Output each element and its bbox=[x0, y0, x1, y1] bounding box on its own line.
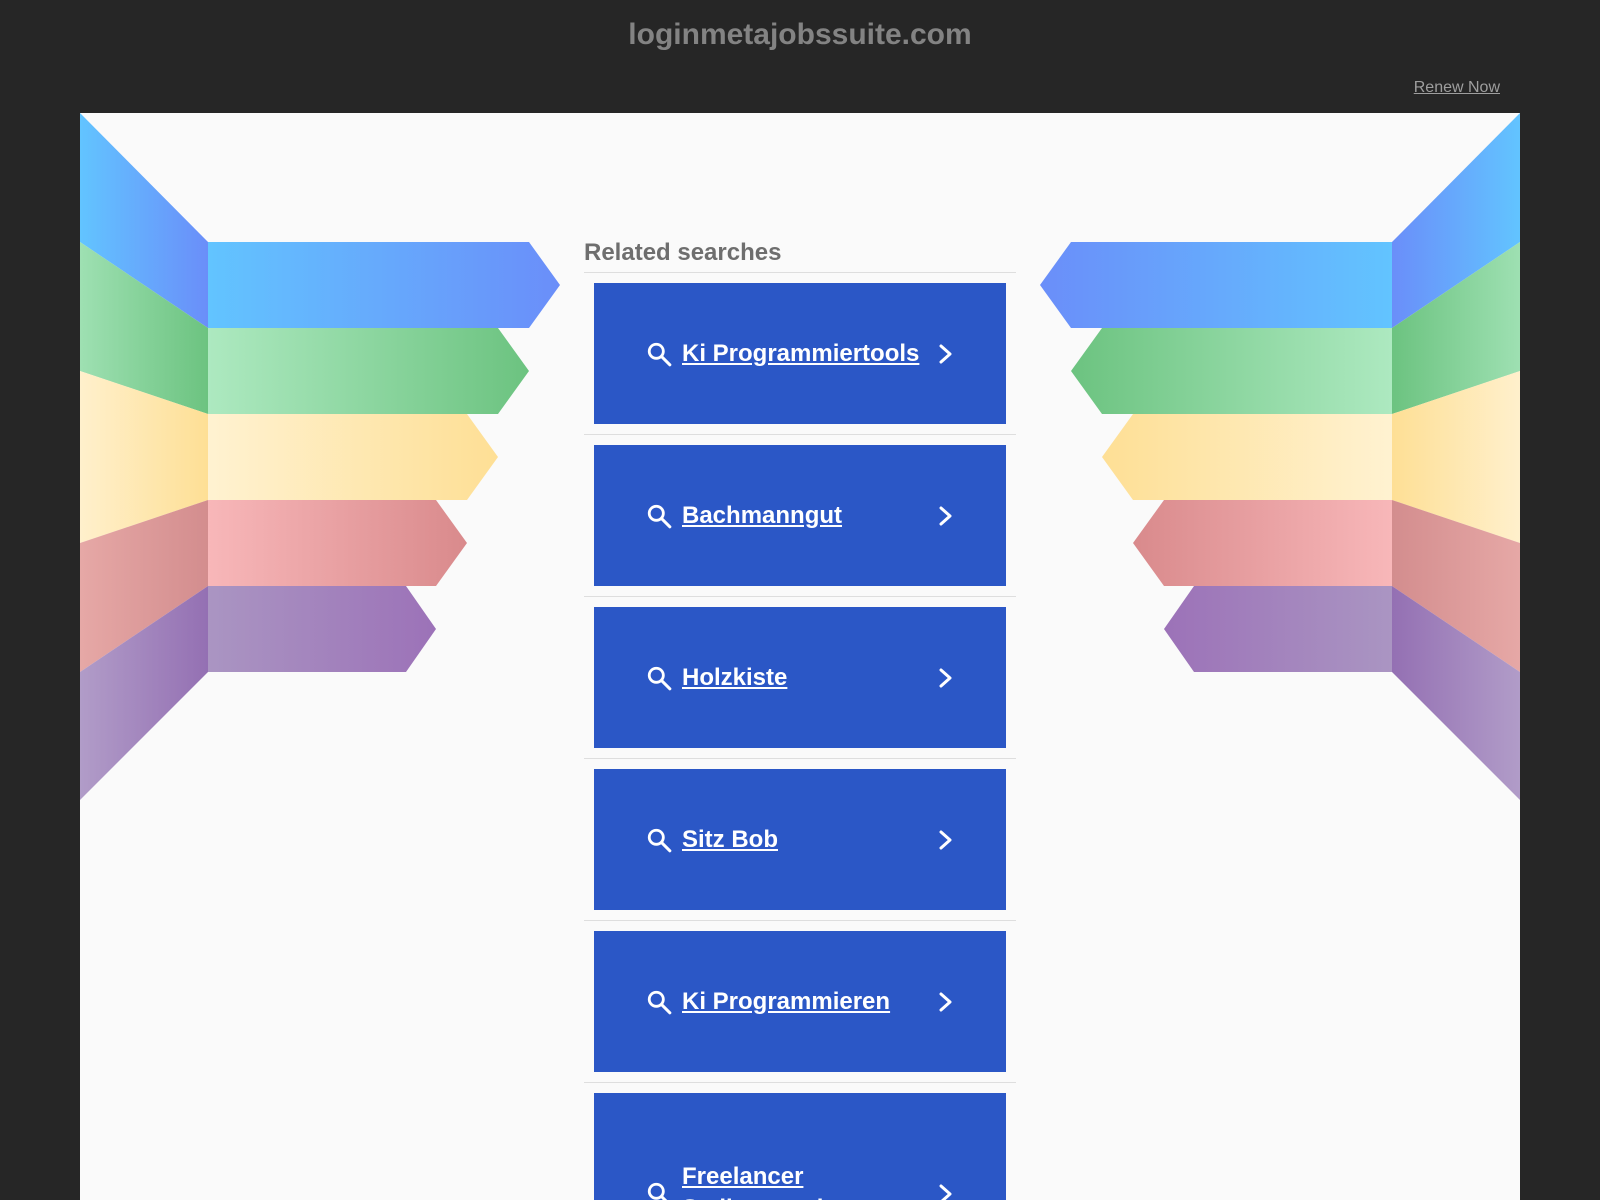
chevron-right-icon bbox=[939, 668, 952, 687]
search-icon bbox=[647, 504, 672, 528]
related-search-label: Bachmanngut bbox=[682, 501, 843, 529]
related-search-link[interactable]: Holzkiste bbox=[594, 607, 1006, 748]
related-search-label: Ki Programmiertools bbox=[682, 339, 920, 367]
decorative-ribbons-left bbox=[80, 113, 560, 800]
related-search-item: Holzkiste bbox=[584, 597, 1016, 759]
related-search-link[interactable]: Ki Programmiertools bbox=[594, 283, 1006, 424]
related-searches-heading: Related searches bbox=[584, 239, 1016, 273]
related-search-label: Ki Programmieren bbox=[682, 987, 891, 1015]
search-icon bbox=[647, 828, 672, 852]
related-search-item: Freelancer Stellenangebote bbox=[584, 1083, 1016, 1200]
related-search-link[interactable]: Sitz Bob bbox=[594, 769, 1006, 910]
chevron-right-icon bbox=[939, 344, 952, 363]
domain-title: loginmetajobssuite.com bbox=[628, 18, 972, 51]
related-searches: Related searches Ki Programmiertools Bac… bbox=[584, 239, 1016, 1200]
related-search-link[interactable]: Freelancer Stellenangebote bbox=[594, 1093, 1006, 1200]
related-search-item: Ki Programmiertools bbox=[584, 273, 1016, 435]
chevron-right-icon bbox=[939, 992, 952, 1011]
search-icon bbox=[647, 342, 672, 366]
related-search-link[interactable]: Ki Programmieren bbox=[594, 931, 1006, 1072]
chevron-right-icon bbox=[939, 1184, 952, 1200]
content-panel: Related searches Ki Programmiertools Bac… bbox=[80, 113, 1520, 1200]
chevron-right-icon bbox=[939, 830, 952, 849]
search-icon bbox=[647, 990, 672, 1014]
related-search-item: Sitz Bob bbox=[584, 759, 1016, 921]
related-search-label: Sitz Bob bbox=[682, 825, 778, 853]
related-search-link[interactable]: Bachmanngut bbox=[594, 445, 1006, 586]
chevron-right-icon bbox=[939, 506, 952, 525]
related-search-item: Ki Programmieren bbox=[584, 921, 1016, 1083]
search-icon bbox=[647, 666, 672, 690]
decorative-ribbons-right bbox=[1040, 113, 1520, 800]
renew-now-link[interactable]: Renew Now bbox=[1414, 79, 1500, 97]
search-icon bbox=[647, 1182, 668, 1200]
related-search-label: Freelancer Stellenangebote bbox=[682, 1163, 867, 1200]
related-search-item: Bachmanngut bbox=[584, 435, 1016, 597]
related-search-label: Holzkiste bbox=[682, 663, 788, 691]
